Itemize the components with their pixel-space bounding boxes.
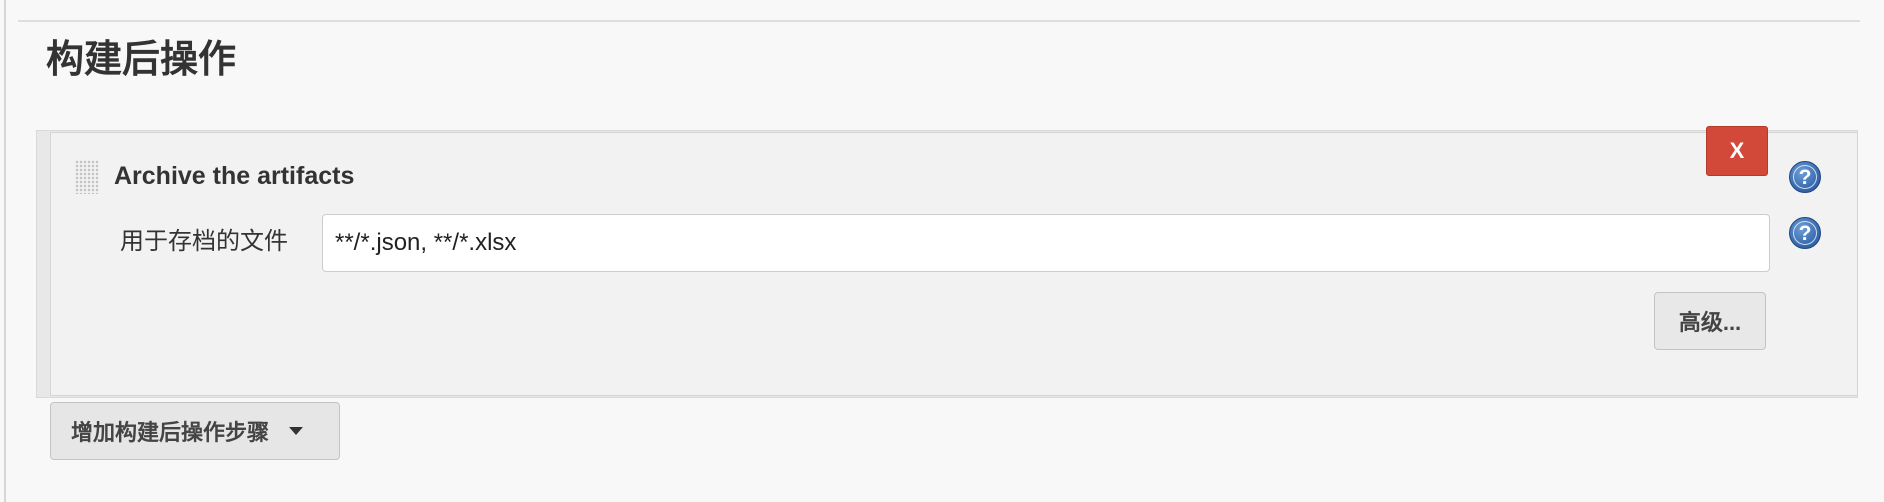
left-divider bbox=[4, 0, 6, 502]
files-to-archive-label: 用于存档的文件 bbox=[120, 228, 288, 255]
step-title: Archive the artifacts bbox=[114, 162, 355, 190]
question-circle-icon[interactable]: ? bbox=[1789, 217, 1821, 249]
post-build-actions-page: 构建后操作 Archive the artifacts X ? ? 用于存档的文… bbox=[0, 0, 1884, 502]
add-post-build-step-button[interactable]: 增加构建后操作步骤 bbox=[50, 402, 340, 460]
add-post-build-step-label: 增加构建后操作步骤 bbox=[71, 420, 270, 445]
files-to-archive-input[interactable] bbox=[322, 214, 1770, 272]
drag-handle-icon[interactable] bbox=[75, 160, 99, 194]
advanced-button[interactable]: 高级... bbox=[1654, 292, 1766, 350]
section-title: 构建后操作 bbox=[46, 39, 237, 81]
question-circle-icon[interactable]: ? bbox=[1789, 161, 1821, 193]
caret-down-icon bbox=[289, 427, 304, 435]
top-divider bbox=[18, 20, 1860, 22]
delete-step-button[interactable]: X bbox=[1706, 126, 1768, 176]
